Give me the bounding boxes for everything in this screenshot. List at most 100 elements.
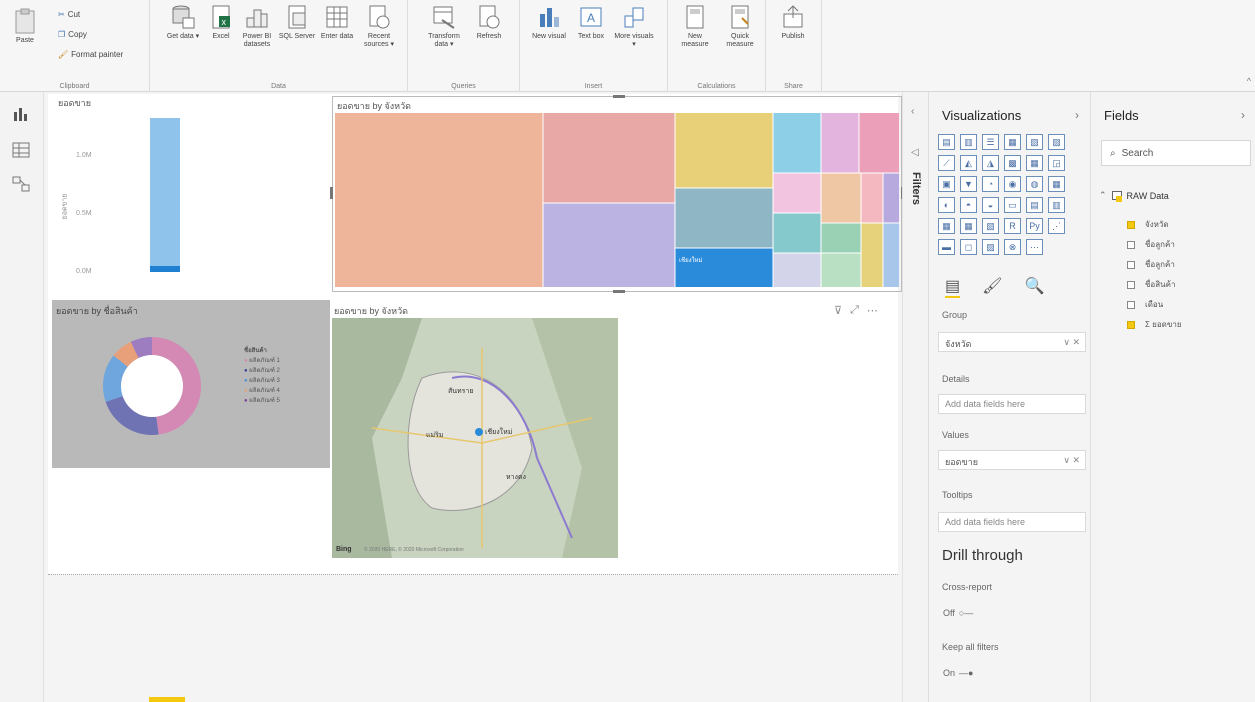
format-icon[interactable]: 🖌 [982,276,1002,298]
fields-search[interactable]: ⌕ Search [1101,140,1251,166]
visual-type-icon[interactable]: ◓ [960,197,977,213]
filter-icon[interactable]: ⊽ [834,304,842,317]
analytics-icon[interactable]: 🔍 [1024,276,1044,298]
enter-data-button[interactable]: Enter data [318,4,356,41]
paste-button[interactable]: Paste [10,8,40,45]
visual-type-icon[interactable]: ⟋ [938,155,955,171]
tooltips-well[interactable]: Add data fields here [938,512,1086,532]
visual-type-icon[interactable]: ▭ [1004,197,1021,213]
visual-type-icon[interactable]: ◻ [960,239,977,255]
visual-type-icon[interactable]: ◒ [982,197,999,213]
visual-type-icon[interactable]: ▣ [938,176,955,192]
transform-data-button[interactable]: Transform data ▾ [422,4,466,49]
text-box-button[interactable]: A Text box [572,4,610,41]
details-well[interactable]: Add data fields here [938,394,1086,414]
field-item[interactable]: จังหวัด [1127,218,1169,231]
legend-item[interactable]: ● ผลิตภัณฑ์ 4 [244,386,280,396]
remove-field-icon[interactable]: ∨ ✕ [1063,455,1080,466]
field-checkbox[interactable] [1127,240,1135,249]
remove-field-icon[interactable]: ∨ ✕ [1063,337,1080,348]
bar-main[interactable] [150,118,180,272]
donut-visual[interactable]: ยอดขาย by ชื่อสินค้า ชื่อสินค้า ● ผลิตภั… [52,300,330,468]
visual-type-icon[interactable]: ▧ [982,218,999,234]
more-options-icon[interactable]: ⋯ [867,304,878,317]
visual-type-icon[interactable]: ☰ [982,134,999,150]
visual-type-icon[interactable]: ◲ [1048,155,1065,171]
visual-type-icon[interactable]: ▼ [960,176,977,192]
legend-item[interactable]: ● ผลิตภัณฑ์ 1 [244,356,280,366]
bar-visual[interactable]: ยอดขาย ยอดขาย 1.0M 0.5M 0.0M [54,96,324,296]
visual-type-icon[interactable]: ◐ [938,197,955,213]
fields-icon[interactable]: ▤ [945,276,961,298]
cut-button[interactable]: ✂ Cut [58,10,80,19]
focus-mode-icon[interactable]: ⤢ [850,304,859,317]
visual-type-icon[interactable]: ◮ [982,155,999,171]
report-view-icon[interactable] [12,106,30,122]
publish-button[interactable]: Publish [774,4,812,41]
collapse-icon[interactable]: ‹ [911,106,914,117]
map-area[interactable] [332,318,618,558]
quick-measure-button[interactable]: Quick measure [718,4,762,49]
visual-type-icon[interactable]: ▬ [938,239,955,255]
more-visuals-button[interactable]: More visuals ▾ [612,4,656,49]
visual-type-icon[interactable]: ▦ [1048,176,1065,192]
expand-filters-icon[interactable]: ◁ [911,147,919,158]
visual-type-icon[interactable]: ▤ [938,134,955,150]
field-item[interactable]: Σ ยอดขาย [1127,318,1182,331]
bar-highlight[interactable] [150,266,180,272]
visual-type-icon[interactable]: ◔ [982,176,999,192]
legend-item[interactable]: ● ผลิตภัณฑ์ 2 [244,366,280,376]
field-checkbox[interactable] [1127,220,1135,229]
visual-type-icon[interactable]: ▨ [982,239,999,255]
visual-type-icon[interactable]: ⋯ [1026,239,1043,255]
visual-type-icon[interactable]: ▤ [1026,197,1043,213]
page-tab-indicator[interactable] [149,697,185,702]
field-checkbox[interactable] [1127,260,1135,269]
visual-type-icon[interactable]: R [1004,218,1021,234]
data-view-icon[interactable] [12,142,30,158]
visual-type-icon[interactable]: ▧ [1026,134,1043,150]
new-measure-button[interactable]: New measure [674,4,716,49]
filters-pane[interactable]: ‹ ◁ Filters [902,92,928,702]
visual-type-icon[interactable]: ▥ [1048,197,1065,213]
resize-handle[interactable] [330,187,333,199]
collapse-ribbon-icon[interactable]: ^ [1247,76,1251,86]
treemap-visual[interactable]: ยอดขาย by จังหวัด เชียงใหม่ [330,95,904,293]
new-visual-button[interactable]: New visual [530,4,568,41]
sql-server-button[interactable]: SQL Server [278,4,316,41]
model-view-icon[interactable] [12,176,30,192]
drag-handle[interactable] [613,290,625,293]
visual-type-icon[interactable]: ▨ [1048,134,1065,150]
visual-type-icon[interactable]: ◭ [960,155,977,171]
legend-item[interactable]: ● ผลิตภัณฑ์ 5 [244,396,280,406]
group-well[interactable]: จังหวัด ∨ ✕ [938,332,1086,352]
chevron-right-icon[interactable]: › [1075,108,1079,122]
field-item[interactable]: ชื่อสินค้า [1127,278,1175,291]
get-data-button[interactable]: Get data ▾ [164,4,202,41]
field-checkbox[interactable] [1127,320,1135,329]
field-item[interactable]: ชื่อลูกค้า [1127,238,1175,251]
drag-handle[interactable] [613,95,625,98]
visual-type-icon[interactable]: ◍ [1026,176,1043,192]
visual-type-icon[interactable]: ▦ [1004,134,1021,150]
visual-type-icon[interactable]: ▦ [960,218,977,234]
table-header[interactable]: ⌃ RAW Data [1099,190,1169,202]
copy-button[interactable]: ❐ Copy [58,30,87,39]
field-checkbox[interactable] [1127,280,1135,289]
cross-report-toggle[interactable]: Off ○— [943,608,973,618]
visual-type-icon[interactable]: ▩ [1004,155,1021,171]
field-item[interactable]: ชื่อลูกค้า [1127,258,1175,271]
map-visual[interactable]: ยอดขาย by จังหวัด เชียงใหม่ สันทราย หางด… [330,300,620,562]
visual-type-icon[interactable]: ▥ [960,134,977,150]
format-painter-button[interactable]: 🖌 Format painter [58,50,123,59]
visual-type-icon[interactable]: ▦ [1026,155,1043,171]
recent-sources-button[interactable]: Recent sources ▾ [360,4,398,49]
visual-type-icon[interactable]: ◉ [1004,176,1021,192]
visual-type-icon[interactable]: ▦ [938,218,955,234]
visual-type-icon[interactable]: ⋰ [1048,218,1065,234]
values-well[interactable]: ยอดขาย ∨ ✕ [938,450,1086,470]
chevron-right-icon[interactable]: › [1241,108,1245,122]
visual-type-icon[interactable]: ⊗ [1004,239,1021,255]
refresh-button[interactable]: Refresh [470,4,508,41]
excel-button[interactable]: x Excel [202,4,240,41]
